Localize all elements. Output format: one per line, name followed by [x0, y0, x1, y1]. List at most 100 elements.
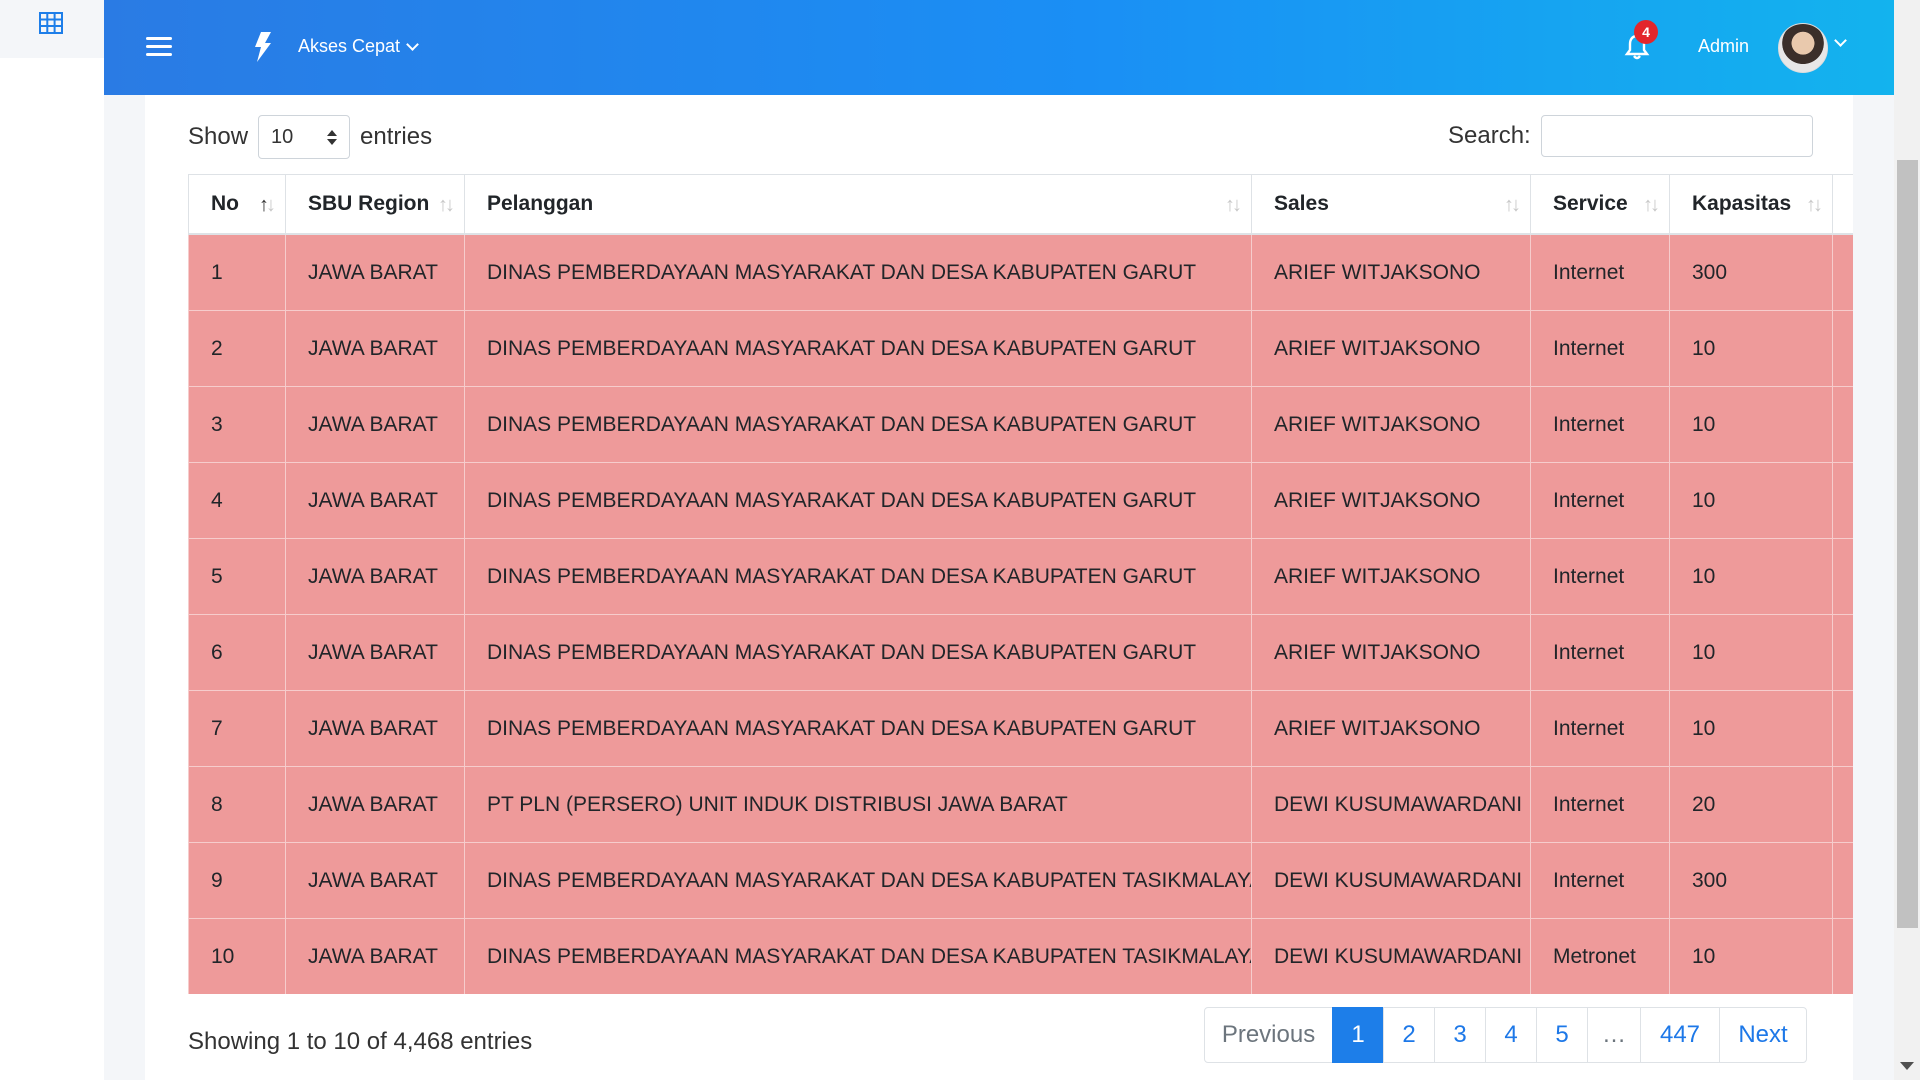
cell-pelanggan: DINAS PEMBERDAYAAN MASYARAKAT DAN DESA K… — [464, 310, 1252, 387]
cell-service: Internet — [1530, 842, 1670, 919]
show-label: Show — [188, 123, 249, 150]
cell-service: Metronet — [1530, 918, 1670, 994]
cell-sales: ARIEF WITJAKSONO — [1251, 310, 1531, 387]
cell-extra: I — [1832, 233, 1853, 311]
cell-service: Internet — [1530, 462, 1670, 539]
cell-pelanggan: DINAS PEMBERDAYAAN MASYARAKAT DAN DESA K… — [464, 842, 1252, 919]
cell-pelanggan: DINAS PEMBERDAYAAN MASYARAKAT DAN DESA K… — [464, 690, 1252, 767]
page-length-select[interactable]: 10 — [258, 115, 351, 159]
pagination-ellipsis: … — [1587, 1007, 1641, 1063]
chevron-down-icon — [406, 38, 419, 51]
customer-table: No ↑↓ SBU Region ↑↓ Pelanggan ↑↓ Sales ↑↓ Se… — [188, 174, 1853, 994]
table-row[interactable]: 2 JAWA BARAT DINAS PEMBERDAYAAN MASYARAK… — [188, 310, 1853, 387]
pagination-previous[interactable]: Previous — [1204, 1007, 1333, 1063]
cell-no: 5 — [188, 538, 286, 615]
search-label: Search: — [1448, 122, 1531, 149]
cell-kapasitas: 10 — [1669, 918, 1833, 994]
page-length-value: 10 — [271, 125, 294, 148]
column-header-sbu-region[interactable]: SBU Region ↑↓ — [285, 174, 465, 235]
cell-sales: ARIEF WITJAKSONO — [1251, 614, 1531, 691]
table-row[interactable]: 7 JAWA BARAT DINAS PEMBERDAYAAN MASYARAK… — [188, 690, 1853, 767]
cell-service: Internet — [1530, 538, 1670, 615]
avatar[interactable] — [1778, 23, 1828, 73]
column-header-no[interactable]: No ↑↓ — [188, 174, 286, 235]
cell-sales: ARIEF WITJAKSONO — [1251, 386, 1531, 463]
pagination-page-4[interactable]: 4 — [1485, 1007, 1537, 1063]
cell-pelanggan: DINAS PEMBERDAYAAN MASYARAKAT DAN DESA K… — [464, 918, 1252, 994]
cell-kapasitas: 300 — [1669, 842, 1833, 919]
cell-extra: I — [1832, 918, 1853, 994]
table-row[interactable]: 10 JAWA BARAT DINAS PEMBERDAYAAN MASYARA… — [188, 918, 1853, 994]
cell-service: Internet — [1530, 766, 1670, 843]
cell-sbu-region: JAWA BARAT — [285, 233, 465, 311]
column-header-kapasitas[interactable]: Kapasitas ↑↓ — [1669, 174, 1833, 235]
top-navbar: Akses Cepat 4 Admin — [104, 0, 1894, 95]
data-table-card: Show 10 entries Search: No ↑↓ SBU Region ↑… — [145, 95, 1853, 1080]
cell-sales: ARIEF WITJAKSONO — [1251, 690, 1531, 767]
cell-extra: I — [1832, 690, 1853, 767]
pagination-next[interactable]: Next — [1719, 1007, 1807, 1063]
cell-sbu-region: JAWA BARAT — [285, 842, 465, 919]
table-row[interactable]: 9 JAWA BARAT DINAS PEMBERDAYAAN MASYARAK… — [188, 842, 1853, 919]
apps-menu-button[interactable] — [0, 0, 104, 58]
mini-sidebar — [0, 0, 104, 1080]
pagination-page-2[interactable]: 2 — [1383, 1007, 1435, 1063]
table-row[interactable]: 3 JAWA BARAT DINAS PEMBERDAYAAN MASYARAK… — [188, 386, 1853, 463]
cell-pelanggan: DINAS PEMBERDAYAAN MASYARAKAT DAN DESA K… — [464, 462, 1252, 539]
cell-service: Internet — [1530, 614, 1670, 691]
sort-icon: ↑↓ — [1225, 194, 1242, 216]
cell-no: 9 — [188, 842, 286, 919]
cell-no: 6 — [188, 614, 286, 691]
table-row[interactable]: 8 JAWA BARAT PT PLN (PERSERO) UNIT INDUK… — [188, 766, 1853, 843]
cell-sales: DEWI KUSUMAWARDANI — [1251, 842, 1531, 919]
table-row[interactable]: 5 JAWA BARAT DINAS PEMBERDAYAAN MASYARAK… — [188, 538, 1853, 615]
cell-sbu-region: JAWA BARAT — [285, 310, 465, 387]
cell-sbu-region: JAWA BARAT — [285, 690, 465, 767]
sort-icon: ↑↓ — [438, 194, 455, 216]
cell-kapasitas: 10 — [1669, 386, 1833, 463]
column-header-next[interactable]: S — [1832, 174, 1853, 235]
user-name[interactable]: Admin — [1698, 36, 1749, 57]
sort-icon: ↑↓ — [1643, 194, 1660, 216]
cell-extra: I — [1832, 842, 1853, 919]
cell-extra: I — [1832, 614, 1853, 691]
pagination-page-1[interactable]: 1 — [1332, 1007, 1384, 1063]
cell-no: 3 — [188, 386, 286, 463]
sort-asc-icon: ↑↓ — [259, 194, 276, 216]
cell-pelanggan: DINAS PEMBERDAYAAN MASYARAKAT DAN DESA K… — [464, 538, 1252, 615]
quick-access-dropdown[interactable]: Akses Cepat — [298, 36, 419, 57]
table-viewport: No ↑↓ SBU Region ↑↓ Pelanggan ↑↓ Sales ↑↓ Se… — [188, 174, 1853, 994]
column-header-pelanggan[interactable]: Pelanggan ↑↓ — [464, 174, 1252, 235]
cell-sales: DEWI KUSUMAWARDANI — [1251, 766, 1531, 843]
chevron-down-icon[interactable] — [1834, 34, 1847, 47]
cell-kapasitas: 10 — [1669, 614, 1833, 691]
cell-no: 8 — [188, 766, 286, 843]
scrollbar-thumb[interactable] — [1897, 160, 1918, 928]
table-row[interactable]: 1 JAWA BARAT DINAS PEMBERDAYAAN MASYARAK… — [188, 233, 1853, 311]
cell-pelanggan: PT PLN (PERSERO) UNIT INDUK DISTRIBUSI J… — [464, 766, 1252, 843]
cell-service: Internet — [1530, 233, 1670, 311]
grid-icon — [39, 12, 63, 34]
cell-no: 4 — [188, 462, 286, 539]
cell-sbu-region: JAWA BARAT — [285, 766, 465, 843]
scroll-down-arrow-icon[interactable] — [1900, 1062, 1914, 1070]
column-header-service[interactable]: Service ↑↓ — [1530, 174, 1670, 235]
cell-kapasitas: 10 — [1669, 310, 1833, 387]
pagination-page-5[interactable]: 5 — [1536, 1007, 1588, 1063]
hamburger-icon[interactable] — [146, 37, 172, 57]
table-row[interactable]: 6 JAWA BARAT DINAS PEMBERDAYAAN MASYARAK… — [188, 614, 1853, 691]
pagination-page-last[interactable]: 447 — [1640, 1007, 1720, 1063]
cell-sbu-region: JAWA BARAT — [285, 386, 465, 463]
cell-extra: I — [1832, 766, 1853, 843]
search-input[interactable] — [1540, 115, 1813, 157]
cell-extra: I — [1832, 386, 1853, 463]
bolt-icon — [255, 32, 271, 62]
cell-service: Internet — [1530, 386, 1670, 463]
table-row[interactable]: 4 JAWA BARAT DINAS PEMBERDAYAAN MASYARAK… — [188, 462, 1853, 539]
cell-extra: I — [1832, 310, 1853, 387]
notification-badge: 4 — [1634, 20, 1658, 44]
select-arrows-icon — [327, 129, 338, 145]
cell-pelanggan: DINAS PEMBERDAYAAN MASYARAKAT DAN DESA K… — [464, 233, 1252, 311]
pagination-page-3[interactable]: 3 — [1434, 1007, 1486, 1063]
column-header-sales[interactable]: Sales ↑↓ — [1251, 174, 1531, 235]
